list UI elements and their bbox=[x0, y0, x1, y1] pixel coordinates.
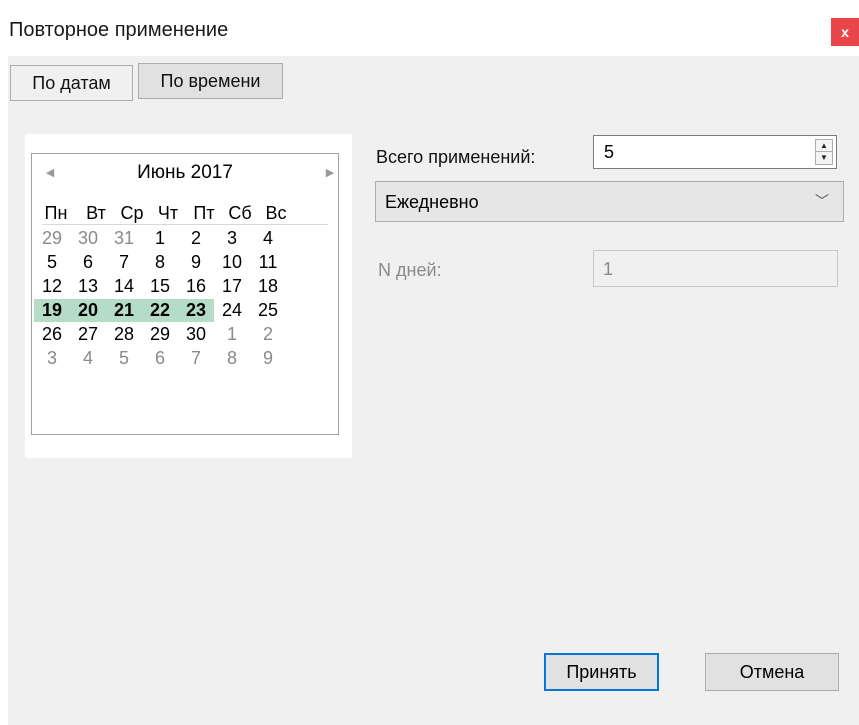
weekday-label: Вт bbox=[86, 203, 106, 223]
weekday-label: Пн bbox=[44, 203, 68, 223]
next-month-button[interactable]: ▶ bbox=[322, 162, 338, 182]
calendar-day[interactable]: 4 bbox=[70, 347, 106, 370]
calendar-day[interactable]: 11 bbox=[250, 251, 286, 274]
calendar-day[interactable]: 30 bbox=[178, 323, 214, 346]
calendar-day[interactable]: 9 bbox=[178, 251, 214, 274]
weekday-label: Вс bbox=[265, 203, 287, 223]
weekday-header: Пн Вт Ср Чт Пт Сб Вс bbox=[42, 202, 328, 225]
weekday-label: Сб bbox=[228, 203, 252, 223]
tab-by-time[interactable]: По времени bbox=[138, 63, 283, 99]
calendar-week: 12 13 14 15 16 17 18 bbox=[42, 275, 342, 298]
calendar-week: 26 27 28 29 30 1 2 bbox=[42, 323, 342, 346]
calendar-header: ◀ Июнь 2017 ▶ bbox=[32, 154, 338, 190]
arrow-up-icon: ▲ bbox=[820, 141, 828, 150]
calendar-week: 3456789 bbox=[42, 347, 342, 370]
calendar-day[interactable]: 26 bbox=[34, 323, 70, 346]
calendar-day[interactable]: 22 bbox=[142, 299, 178, 322]
calendar-day[interactable]: 27 bbox=[70, 323, 106, 346]
calendar-day[interactable]: 2 bbox=[178, 227, 214, 250]
frequency-select[interactable]: Ежедневно ﹀ bbox=[375, 181, 844, 222]
calendar-day[interactable]: 7 bbox=[178, 347, 214, 370]
calendar-day[interactable]: 5 bbox=[34, 251, 70, 274]
chevron-left-icon: ◀ bbox=[45, 166, 55, 179]
calendar-day[interactable]: 3 bbox=[214, 227, 250, 250]
calendar-day[interactable]: 1 bbox=[142, 227, 178, 250]
calendar-panel: ◀ Июнь 2017 ▶ Пн Вт Ср Чт Пт Сб Вс 29 30 31 1 2 3 4 5… bbox=[25, 134, 352, 458]
window-title: Повторное применение bbox=[9, 19, 229, 41]
calendar-day[interactable]: 7 bbox=[106, 251, 142, 274]
calendar-day[interactable]: 20 bbox=[70, 299, 106, 322]
chevron-down-icon: ﹀ bbox=[815, 193, 829, 209]
calendar-day[interactable]: 5 bbox=[106, 347, 142, 370]
calendar-day[interactable]: 28 bbox=[106, 323, 142, 346]
weekday-label: Чт bbox=[157, 203, 179, 223]
calendar-day[interactable]: 17 bbox=[214, 275, 250, 298]
calendar-day[interactable]: 10 bbox=[214, 251, 250, 274]
tab-by-dates[interactable]: По датам bbox=[10, 65, 133, 101]
stepper-buttons: ▲ ▼ bbox=[815, 139, 833, 165]
calendar-day[interactable]: 4 bbox=[250, 227, 286, 250]
total-applications-label: Всего применений: bbox=[376, 147, 536, 167]
calendar-day[interactable]: 1 bbox=[214, 323, 250, 346]
calendar-day[interactable]: 2 bbox=[250, 323, 286, 346]
calendar-day[interactable]: 23 bbox=[178, 299, 214, 322]
calendar-day[interactable]: 8 bbox=[214, 347, 250, 370]
dialog-client: По датам По времени ◀ Июнь 2017 ▶ Пн Вт Ср… bbox=[8, 56, 859, 725]
calendar-day[interactable]: 29 bbox=[142, 323, 178, 346]
stepper-down-button[interactable]: ▼ bbox=[816, 152, 832, 164]
calendar-week: 5 6 7 8 9 10 11 bbox=[42, 251, 342, 274]
total-applications-value[interactable]: 5 bbox=[604, 142, 614, 163]
chevron-right-icon: ▶ bbox=[325, 166, 335, 179]
cancel-button[interactable]: Отмена bbox=[705, 653, 839, 691]
calendar-day[interactable]: 25 bbox=[250, 299, 286, 322]
calendar-day[interactable]: 12 bbox=[34, 275, 70, 298]
calendar-month-label[interactable]: Июнь 2017 bbox=[92, 162, 278, 184]
calendar-day[interactable]: 18 bbox=[250, 275, 286, 298]
calendar-week: 19 20 21 22 23 24 25 bbox=[34, 299, 342, 322]
calendar-day[interactable]: 24 bbox=[214, 299, 250, 322]
calendar-day[interactable]: 6 bbox=[70, 251, 106, 274]
calendar-day[interactable]: 6 bbox=[142, 347, 178, 370]
calendar-day[interactable]: 16 bbox=[178, 275, 214, 298]
calendar-day[interactable]: 8 bbox=[142, 251, 178, 274]
frequency-value: Ежедневно bbox=[385, 192, 479, 212]
n-days-value: 1 bbox=[603, 259, 614, 279]
stepper-up-button[interactable]: ▲ bbox=[816, 140, 832, 152]
calendar-day[interactable]: 15 bbox=[142, 275, 178, 298]
n-days-field[interactable]: 1 bbox=[593, 250, 838, 287]
weekday-label: Пт bbox=[193, 203, 215, 223]
calendar-day[interactable]: 30 bbox=[70, 227, 106, 250]
n-days-label: N дней: bbox=[378, 260, 442, 280]
calendar-day[interactable]: 3 bbox=[34, 347, 70, 370]
month-calendar[interactable]: ◀ Июнь 2017 ▶ Пн Вт Ср Чт Пт Сб Вс 29 30 31 1 2 3 4 5… bbox=[31, 153, 339, 435]
accept-button[interactable]: Принять bbox=[544, 653, 659, 691]
total-applications-stepper[interactable]: 5 ▲ ▼ bbox=[593, 135, 837, 169]
calendar-day[interactable]: 29 bbox=[34, 227, 70, 250]
close-button[interactable]: x bbox=[831, 18, 859, 46]
weekday-label: Ср bbox=[120, 203, 144, 223]
calendar-day[interactable]: 9 bbox=[250, 347, 286, 370]
calendar-day[interactable]: 21 bbox=[106, 299, 142, 322]
calendar-week: 29 30 31 1 2 3 4 bbox=[42, 227, 342, 250]
title-bar: Повторное применение x bbox=[0, 0, 859, 56]
calendar-day[interactable]: 31 bbox=[106, 227, 142, 250]
calendar-day[interactable]: 14 bbox=[106, 275, 142, 298]
close-icon: x bbox=[841, 24, 849, 40]
calendar-day[interactable]: 13 bbox=[70, 275, 106, 298]
prev-month-button[interactable]: ◀ bbox=[42, 162, 58, 182]
calendar-day[interactable]: 19 bbox=[34, 299, 70, 322]
arrow-down-icon: ▼ bbox=[820, 153, 828, 162]
